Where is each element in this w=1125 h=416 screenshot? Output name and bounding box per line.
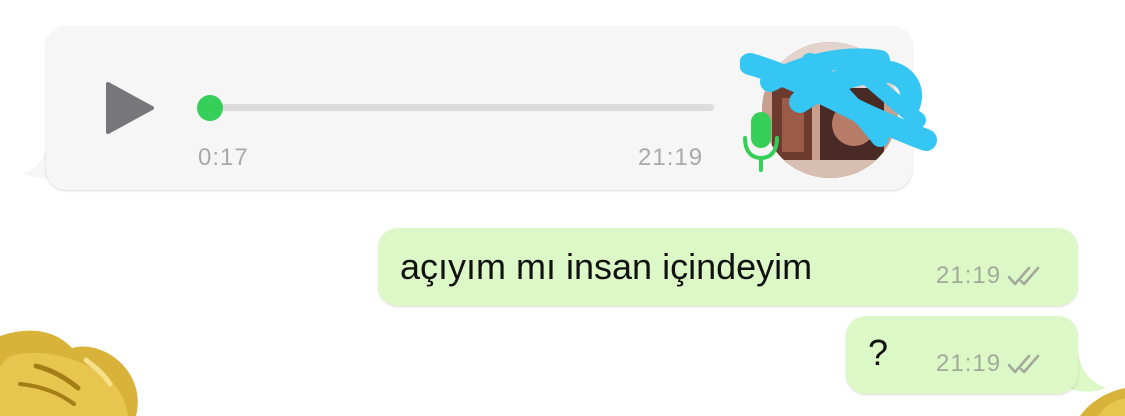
message-text: ? — [868, 332, 889, 373]
message-meta: 21:19 — [936, 262, 1041, 290]
voice-progress-knob[interactable] — [197, 95, 223, 121]
voice-progress-slider[interactable] — [210, 104, 714, 111]
outgoing-message-bubble[interactable]: ? 21:19 — [846, 316, 1078, 394]
message-timestamp: 21:19 — [936, 350, 1002, 377]
play-button[interactable] — [104, 80, 156, 136]
play-icon — [106, 82, 154, 134]
message-text: açıyım mı insan içindeyim — [400, 246, 813, 287]
message-meta: 21:19 — [936, 350, 1041, 378]
message-timestamp: 21:19 — [936, 262, 1002, 289]
outgoing-message-bubble[interactable]: açıyım mı insan içindeyim 21:19 — [378, 228, 1078, 306]
microphone-icon — [743, 112, 779, 172]
double-check-icon — [1007, 266, 1040, 286]
double-check-icon — [1007, 354, 1040, 374]
voice-timestamp: 21:19 — [638, 144, 704, 171]
voice-duration: 0:17 — [198, 144, 249, 171]
wallpaper-sticker-left — [0, 330, 138, 416]
